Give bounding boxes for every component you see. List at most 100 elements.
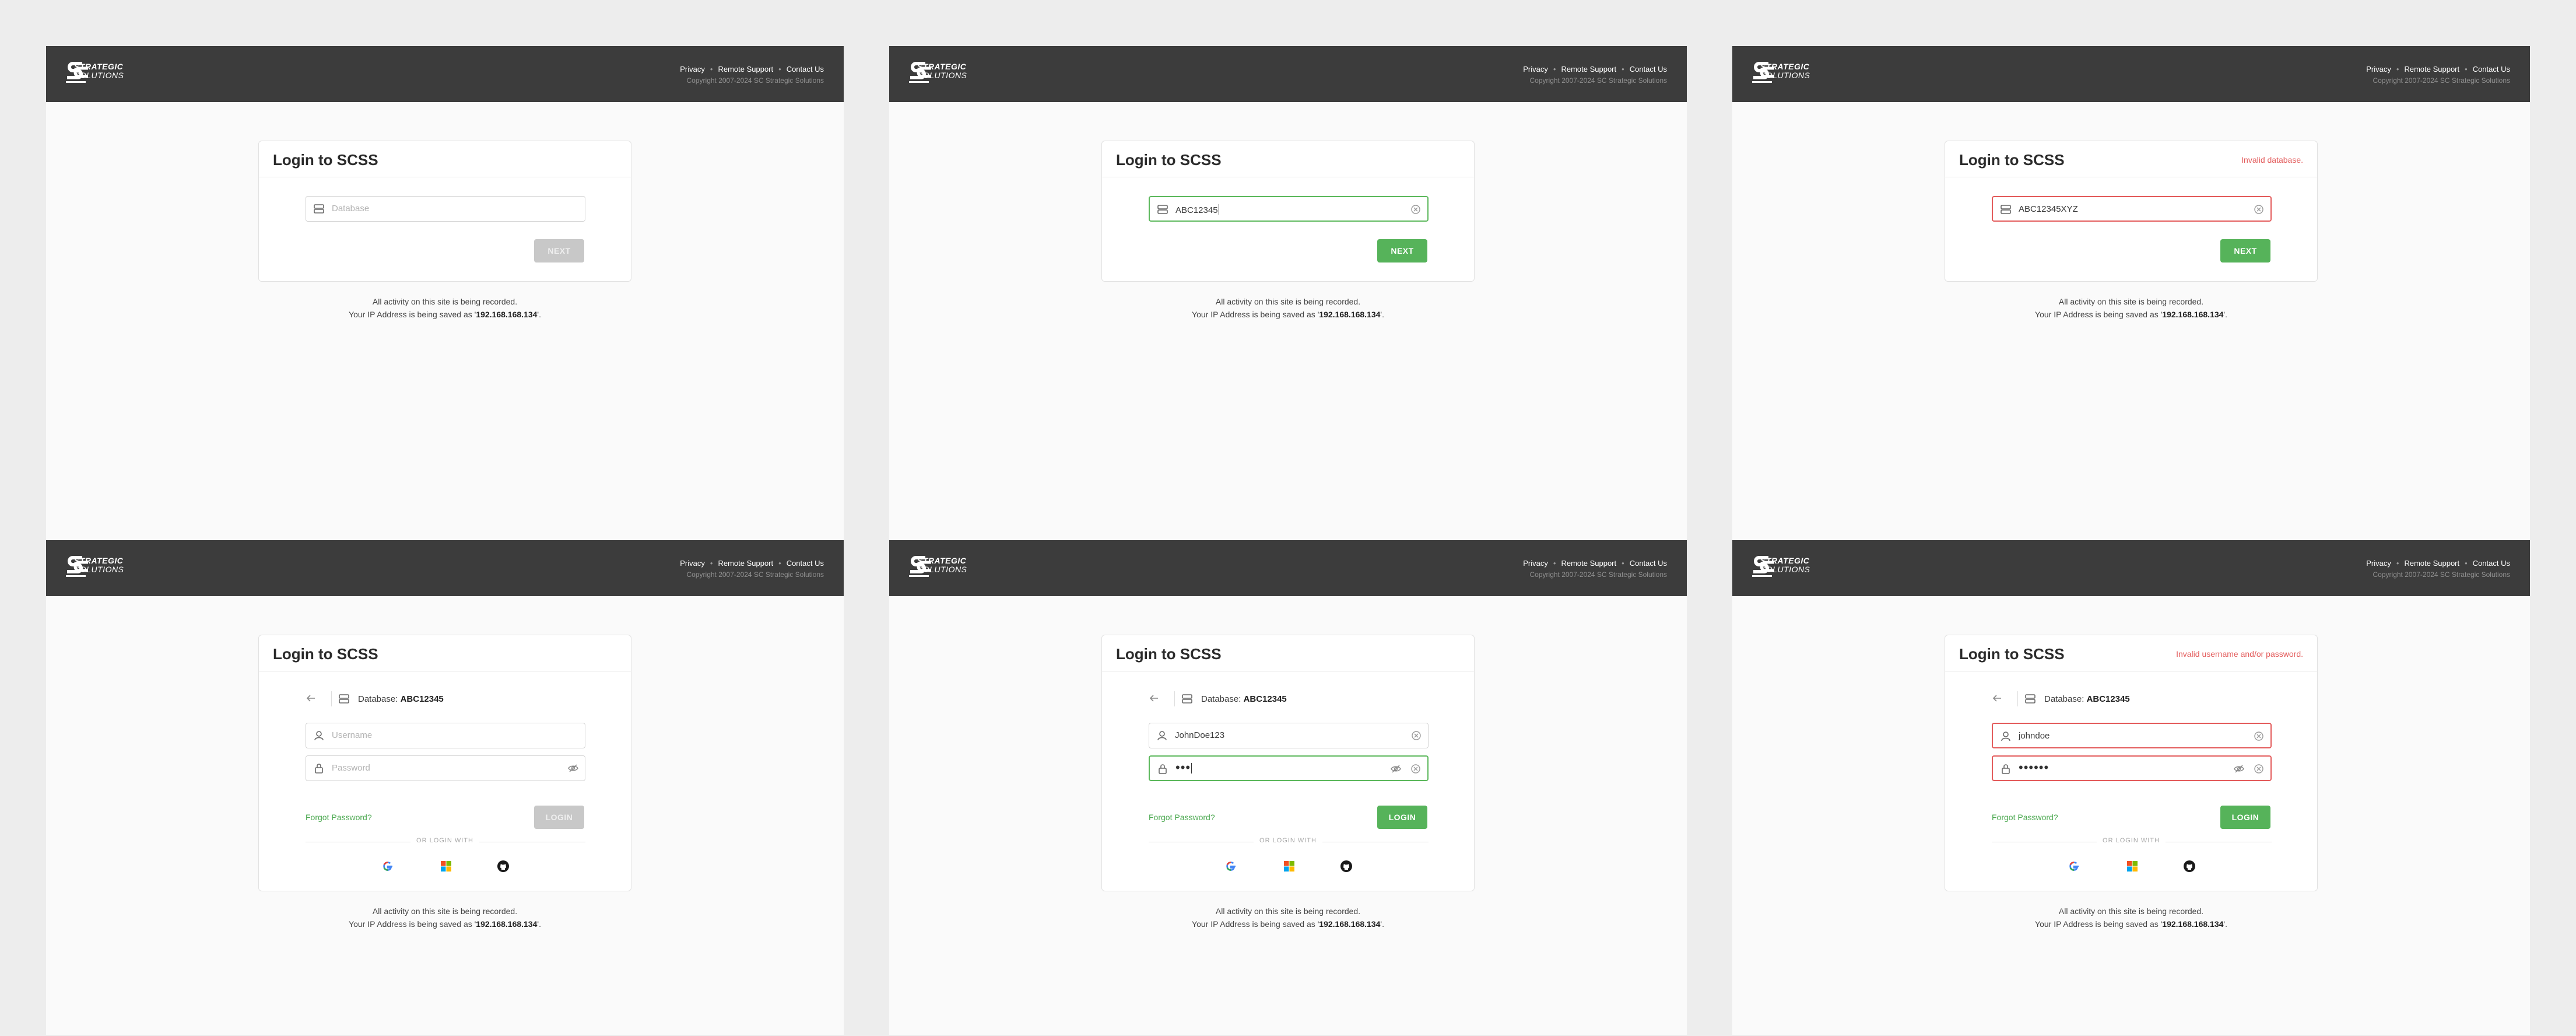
google-icon[interactable] bbox=[1224, 860, 1237, 873]
database-name: ABC12345 bbox=[1243, 694, 1287, 704]
login-card: Login to SCSS Invalid database. ABC12345… bbox=[1945, 141, 2318, 282]
username-field[interactable]: johndoe bbox=[1992, 723, 2272, 748]
clear-icon[interactable] bbox=[1410, 763, 1422, 775]
copyright-text: Copyright 2007-2024 SC Strategic Solutio… bbox=[1529, 76, 1667, 85]
logo-text: STRATEGIC SOLUTIONS bbox=[917, 62, 967, 80]
login-card: Login to SCSS Database NEXT bbox=[258, 141, 631, 282]
github-icon[interactable] bbox=[1340, 860, 1353, 873]
privacy-link[interactable]: Privacy bbox=[1523, 65, 1548, 74]
next-button[interactable]: NEXT bbox=[1377, 239, 1427, 262]
remote-support-link[interactable]: Remote Support bbox=[718, 65, 773, 74]
microsoft-icon[interactable] bbox=[2126, 860, 2139, 873]
login-button[interactable]: LOGIN bbox=[2220, 806, 2270, 829]
clear-icon[interactable] bbox=[1410, 204, 1422, 215]
logo-text: STRATEGIC SOLUTIONS bbox=[1760, 556, 1810, 574]
contact-us-link[interactable]: Contact Us bbox=[1630, 559, 1667, 568]
privacy-link[interactable]: Privacy bbox=[2366, 559, 2391, 568]
copyright-text: Copyright 2007-2024 SC Strategic Solutio… bbox=[1529, 570, 1667, 579]
header-links: Privacy • Remote Support • Contact Us bbox=[2366, 559, 2510, 568]
next-button[interactable]: NEXT bbox=[2220, 239, 2270, 262]
ip-address: 192.168.168.134 bbox=[2162, 310, 2224, 319]
logo-text: STRATEGIC SOLUTIONS bbox=[917, 556, 967, 574]
privacy-link[interactable]: Privacy bbox=[2366, 65, 2391, 74]
database-field[interactable]: ABC12345XYZ bbox=[1992, 196, 2272, 222]
database-value: ABC12345 bbox=[1175, 204, 1219, 215]
forgot-password-link[interactable]: Forgot Password? bbox=[1149, 813, 1215, 822]
username-placeholder: Username bbox=[332, 730, 373, 740]
contact-us-link[interactable]: Contact Us bbox=[1630, 65, 1667, 74]
clear-icon[interactable] bbox=[1410, 730, 1422, 741]
github-icon[interactable] bbox=[497, 860, 510, 873]
header-links: Privacy • Remote Support • Contact Us bbox=[680, 65, 824, 74]
github-icon[interactable] bbox=[2183, 860, 2196, 873]
login-screen-credentials-filled: STRATEGIC SOLUTIONS Privacy • Remote Suppor… bbox=[889, 540, 1687, 1035]
lock-icon bbox=[315, 764, 323, 774]
back-arrow-icon[interactable] bbox=[306, 694, 316, 703]
database-value: ABC12345XYZ bbox=[2019, 204, 2078, 214]
card-header: Login to SCSS bbox=[1102, 141, 1474, 177]
database-icon bbox=[339, 694, 349, 704]
remote-support-link[interactable]: Remote Support bbox=[2404, 65, 2459, 74]
contact-us-link[interactable]: Contact Us bbox=[787, 559, 824, 568]
top-header: STRATEGIC SOLUTIONS Privacy • Remote Suppor… bbox=[889, 46, 1687, 102]
privacy-link[interactable]: Privacy bbox=[1523, 559, 1548, 568]
database-field[interactable]: Database bbox=[306, 196, 585, 222]
contact-us-link[interactable]: Contact Us bbox=[2473, 65, 2510, 74]
password-field[interactable]: •••••• bbox=[1992, 755, 2272, 781]
top-header: STRATEGIC SOLUTIONS Privacy • Remote Suppor… bbox=[46, 540, 844, 596]
microsoft-icon[interactable] bbox=[440, 860, 452, 873]
username-field[interactable]: JohnDoe123 bbox=[1149, 723, 1429, 748]
google-icon[interactable] bbox=[2068, 860, 2080, 873]
login-card: Login to SCSS Invalid username and/or pa… bbox=[1945, 635, 2318, 891]
clear-icon[interactable] bbox=[2253, 763, 2265, 775]
contact-us-link[interactable]: Contact Us bbox=[2473, 559, 2510, 568]
database-icon bbox=[314, 204, 324, 214]
page-title: Login to SCSS bbox=[1959, 151, 2065, 169]
copyright-text: Copyright 2007-2024 SC Strategic Solutio… bbox=[2373, 76, 2510, 85]
microsoft-icon[interactable] bbox=[1283, 860, 1296, 873]
login-card: Login to SCSS Database: ABC12345 Usernam… bbox=[258, 635, 631, 891]
card-header: Login to SCSS bbox=[259, 635, 631, 671]
ip-address: 192.168.168.134 bbox=[2162, 919, 2224, 929]
or-login-with-divider: OR LOGIN WITH bbox=[1102, 837, 1474, 844]
lock-icon bbox=[1159, 764, 1167, 774]
privacy-link[interactable]: Privacy bbox=[680, 559, 705, 568]
next-button[interactable]: NEXT bbox=[534, 239, 584, 262]
or-login-with-divider: OR LOGIN WITH bbox=[1945, 837, 2317, 844]
privacy-link[interactable]: Privacy bbox=[680, 65, 705, 74]
ip-address: 192.168.168.134 bbox=[1319, 919, 1381, 929]
clear-icon[interactable] bbox=[2253, 730, 2265, 742]
selected-database: Database: ABC12345 bbox=[306, 690, 585, 708]
remote-support-link[interactable]: Remote Support bbox=[2404, 559, 2459, 568]
card-header: Login to SCSS Invalid database. bbox=[1945, 141, 2317, 177]
clear-icon[interactable] bbox=[2253, 204, 2265, 215]
google-icon[interactable] bbox=[381, 860, 394, 873]
remote-support-link[interactable]: Remote Support bbox=[718, 559, 773, 568]
eye-off-icon[interactable] bbox=[567, 762, 579, 774]
eye-off-icon[interactable] bbox=[2233, 763, 2245, 775]
database-field[interactable]: ABC12345 bbox=[1149, 196, 1429, 222]
database-icon bbox=[1182, 694, 1192, 704]
logo-text: STRATEGIC SOLUTIONS bbox=[74, 556, 124, 574]
contact-us-link[interactable]: Contact Us bbox=[787, 65, 824, 74]
username-field[interactable]: Username bbox=[306, 723, 585, 748]
forgot-password-link[interactable]: Forgot Password? bbox=[306, 813, 372, 822]
back-arrow-icon[interactable] bbox=[1149, 694, 1159, 703]
password-field[interactable]: ••• bbox=[1149, 755, 1429, 781]
password-field[interactable]: Password bbox=[306, 755, 585, 781]
remote-support-link[interactable]: Remote Support bbox=[1561, 559, 1616, 568]
ip-address: 192.168.168.134 bbox=[1319, 310, 1381, 319]
page-title: Login to SCSS bbox=[273, 645, 378, 663]
back-arrow-icon[interactable] bbox=[1992, 694, 2002, 703]
database-icon bbox=[2025, 694, 2035, 704]
logo-text: STRATEGIC SOLUTIONS bbox=[74, 62, 124, 80]
header-links: Privacy • Remote Support • Contact Us bbox=[1523, 559, 1667, 568]
remote-support-link[interactable]: Remote Support bbox=[1561, 65, 1616, 74]
login-button[interactable]: LOGIN bbox=[534, 806, 584, 829]
page-title: Login to SCSS bbox=[1116, 645, 1222, 663]
user-icon bbox=[1157, 731, 1167, 741]
login-button[interactable]: LOGIN bbox=[1377, 806, 1427, 829]
copyright-text: Copyright 2007-2024 SC Strategic Solutio… bbox=[2373, 570, 2510, 579]
forgot-password-link[interactable]: Forgot Password? bbox=[1992, 813, 2058, 822]
eye-off-icon[interactable] bbox=[1390, 763, 1402, 775]
